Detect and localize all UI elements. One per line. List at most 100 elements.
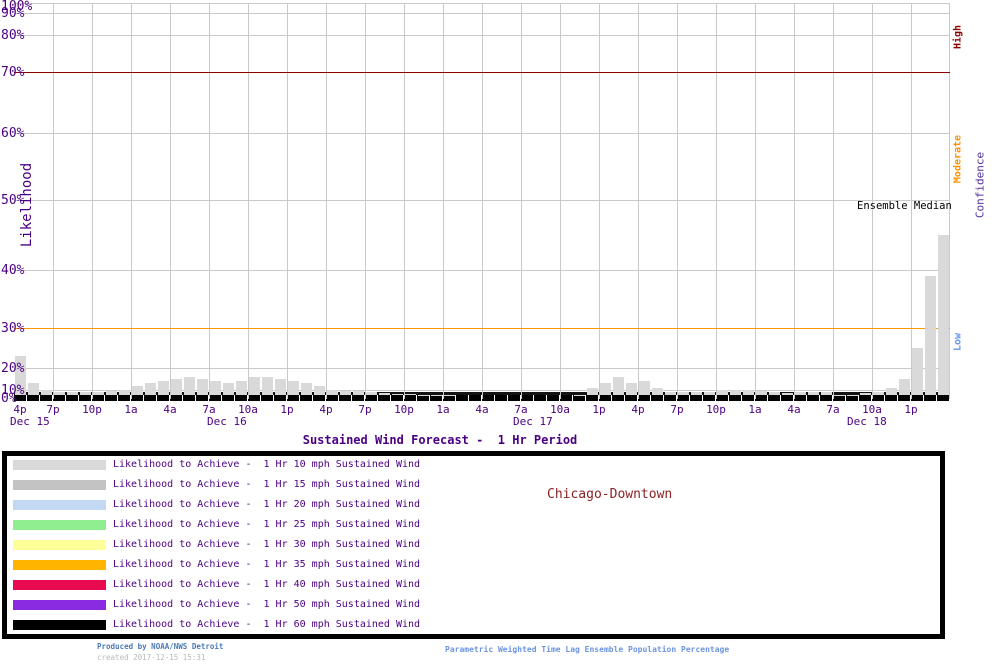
- x-date-label-dec-18: Dec 18: [847, 416, 887, 428]
- gridline-v: [209, 3, 210, 399]
- bar-hour-10: [145, 383, 156, 395]
- gridline-v: [248, 3, 249, 399]
- bar-hour-69: [912, 348, 923, 395]
- x-tick-label-16: 4p: [631, 404, 644, 416]
- legend-swatch-8: [13, 620, 106, 630]
- x-tick-label-14: 10a: [550, 404, 570, 416]
- gridline-v: [521, 3, 522, 399]
- y-tick-label-90: 90%: [1, 7, 24, 20]
- legend-label-7: Likelihood to Achieve - 1 Hr 50 mph Sust…: [113, 599, 420, 611]
- legend-label-8: Likelihood to Achieve - 1 Hr 60 mph Sust…: [113, 619, 420, 631]
- bar-hour-28: [379, 393, 390, 395]
- x-date-label-dec-16: Dec 16: [207, 416, 247, 428]
- bar-hour-60: [795, 392, 806, 395]
- chart-title: Sustained Wind Forecast - 1 Hr Period: [303, 433, 578, 447]
- footer-method-description: Parametric Weighted Time Lag Ensemble Po…: [445, 645, 729, 654]
- right-axis-title: Confidence: [974, 152, 987, 218]
- x-tick-label-15: 1p: [592, 404, 605, 416]
- legend-label-3: Likelihood to Achieve - 1 Hr 25 mph Sust…: [113, 519, 420, 531]
- gridline-v: [443, 3, 444, 399]
- bar-hour-1: [28, 383, 39, 395]
- plot-area: [14, 0, 950, 401]
- y-tick-label-30: 30%: [1, 322, 24, 335]
- bar-hour-23: [314, 386, 325, 395]
- y-tick-label-40: 40%: [1, 264, 24, 277]
- bar-hour-45: [600, 383, 611, 395]
- x-tick-label-18: 10p: [706, 404, 726, 416]
- bar-hour-66: [873, 392, 884, 395]
- confidence-band-label-low: Low: [953, 333, 964, 351]
- bar-hour-50: [665, 392, 676, 395]
- y-tick-label-70: 70%: [1, 66, 24, 79]
- x-tick-label-21: 7a: [826, 404, 839, 416]
- bar-hour-11: [158, 381, 169, 395]
- bar-hour-24: [327, 390, 338, 395]
- x-date-label-dec-17: Dec 17: [513, 416, 553, 428]
- bar-hour-5: [80, 392, 91, 395]
- bar-hour-57: [756, 391, 767, 395]
- x-tick-label-23: 1p: [904, 404, 917, 416]
- bar-hour-26: [353, 391, 364, 395]
- gridline-v: [716, 3, 717, 399]
- bar-hour-48: [639, 381, 650, 395]
- bar-hour-71: [938, 235, 949, 395]
- x-tick-label-8: 4p: [319, 404, 332, 416]
- bar-hour-68: [899, 379, 910, 395]
- legend-swatch-4: [13, 540, 106, 550]
- bar-hour-19: [262, 377, 273, 395]
- gridline-v: [677, 3, 678, 399]
- bar-hour-2: [41, 390, 52, 395]
- bar-hour-67: [886, 388, 897, 395]
- bar-hour-3: [54, 392, 65, 395]
- bar-hour-13: [184, 377, 195, 395]
- bar-hour-16: [223, 383, 234, 395]
- bar-hour-30: [405, 394, 416, 395]
- bar-hour-59: [782, 393, 793, 395]
- gridline-v: [170, 3, 171, 399]
- bar-hour-25: [340, 391, 351, 395]
- bar-hour-47: [626, 383, 637, 395]
- ref-line-30: [14, 328, 950, 329]
- bar-hour-46: [613, 377, 624, 395]
- x-date-label-dec-15: Dec 15: [10, 416, 50, 428]
- legend-swatch-0: [13, 460, 106, 470]
- x-tick-label-12: 4a: [475, 404, 488, 416]
- bar-hour-29: [392, 394, 403, 395]
- legend-swatch-1: [13, 480, 106, 490]
- legend-swatch-6: [13, 580, 106, 590]
- bar-hour-44: [587, 388, 598, 395]
- bar-hour-20: [275, 379, 286, 395]
- gridline-v: [833, 3, 834, 399]
- bar-hour-52: [691, 392, 702, 395]
- bar-hour-51: [678, 392, 689, 395]
- y-tick-label-20: 20%: [1, 362, 24, 375]
- bar-hour-56: [743, 390, 754, 395]
- footer-produced-by: Produced by NOAA/NWS Detroit: [97, 642, 223, 651]
- legend-swatch-3: [13, 520, 106, 530]
- legend-swatch-7: [13, 600, 106, 610]
- wind-forecast-chart-page: { "title": "Sustained Wind Forecast - 1 …: [0, 0, 1000, 670]
- x-tick-label-19: 1a: [748, 404, 761, 416]
- legend-label-6: Likelihood to Achieve - 1 Hr 40 mph Sust…: [113, 579, 420, 591]
- bar-hour-9: [132, 386, 143, 395]
- bar-hour-58: [769, 392, 780, 395]
- x-tick-label-7: 1p: [280, 404, 293, 416]
- legend-label-2: Likelihood to Achieve - 1 Hr 20 mph Sust…: [113, 499, 420, 511]
- bar-hour-65: [860, 393, 871, 395]
- ensemble-median-annotation: Ensemble Median: [857, 200, 952, 212]
- x-tick-label-17: 7p: [670, 404, 683, 416]
- x-tick-label-3: 1a: [124, 404, 137, 416]
- ref-line-70: [14, 72, 950, 73]
- confidence-band-label-high: High: [953, 25, 964, 49]
- x-tick-label-11: 1a: [436, 404, 449, 416]
- bar-hour-14: [197, 379, 208, 395]
- confidence-band-label-moderate: Moderate: [953, 135, 964, 183]
- gridline-v: [599, 3, 600, 399]
- footer-created-timestamp: created 2017-12-15 15:31: [97, 653, 205, 662]
- bar-hour-6: [93, 392, 104, 395]
- gridline-v: [92, 3, 93, 399]
- bar-hour-55: [730, 390, 741, 395]
- bar-hour-15: [210, 381, 221, 395]
- bar-hour-4: [67, 392, 78, 395]
- gridline-v: [365, 3, 366, 399]
